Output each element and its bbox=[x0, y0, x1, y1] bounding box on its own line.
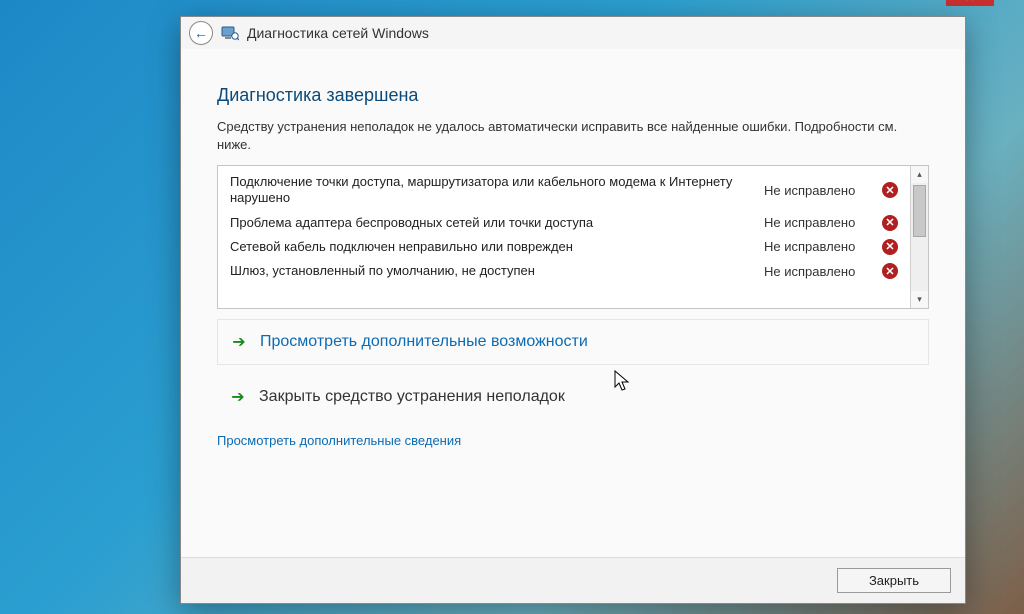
desktop-background: ✕ ← Диагностика сетей Windows Диагностик… bbox=[0, 0, 1024, 614]
scroll-up-button[interactable]: ▴ bbox=[911, 166, 928, 183]
close-troubleshooter-option[interactable]: ➔ Закрыть средство устранения неполадок bbox=[217, 375, 929, 419]
issue-row[interactable]: Сетевой кабель подключен неправильно или… bbox=[218, 235, 910, 259]
issue-description: Сетевой кабель подключен неправильно или… bbox=[230, 239, 756, 255]
issue-status: Не исправлено bbox=[764, 183, 874, 198]
option-label: Закрыть средство устранения неполадок bbox=[259, 388, 565, 406]
issue-row[interactable]: Проблема адаптера беспроводных сетей или… bbox=[218, 211, 910, 235]
issue-description: Шлюз, установленный по умолчанию, не дос… bbox=[230, 263, 756, 279]
chevron-down-icon: ▾ bbox=[917, 294, 922, 305]
back-arrow-icon: ← bbox=[194, 25, 208, 41]
option-label: Просмотреть дополнительные возможности bbox=[260, 333, 588, 351]
page-subtext: Средству устранения неполадок не удалось… bbox=[217, 118, 929, 153]
titlebar: ← Диагностика сетей Windows bbox=[181, 17, 965, 49]
issues-list: Подключение точки доступа, маршрутизатор… bbox=[217, 165, 929, 309]
issue-status: Не исправлено bbox=[764, 239, 874, 254]
issue-status: Не исправлено bbox=[764, 264, 874, 279]
close-button[interactable]: Закрыть bbox=[837, 568, 951, 593]
issue-row[interactable]: Подключение точки доступа, маршрутизатор… bbox=[218, 170, 910, 211]
page-heading: Диагностика завершена bbox=[217, 85, 929, 106]
troubleshooter-window: ← Диагностика сетей Windows Диагностика … bbox=[180, 16, 966, 604]
app-icon bbox=[221, 24, 239, 42]
view-more-options[interactable]: ➔ Просмотреть дополнительные возможности bbox=[217, 319, 929, 365]
arrow-right-icon: ➔ bbox=[230, 332, 248, 352]
error-icon: ✕ bbox=[882, 263, 898, 279]
issue-status: Не исправлено bbox=[764, 215, 874, 230]
content-area: Диагностика завершена Средству устранени… bbox=[181, 49, 965, 557]
window-close-button[interactable]: ✕ bbox=[946, 0, 994, 6]
scroll-thumb[interactable] bbox=[913, 185, 926, 237]
link-label: Просмотреть дополнительные сведения bbox=[217, 433, 461, 448]
scrollbar[interactable]: ▴ ▾ bbox=[910, 166, 928, 308]
issue-description: Подключение точки доступа, маршрутизатор… bbox=[230, 174, 756, 207]
close-icon: ✕ bbox=[965, 0, 976, 5]
window-title: Диагностика сетей Windows bbox=[247, 25, 429, 41]
button-label: Закрыть bbox=[869, 573, 919, 588]
issues-scroll-area: Подключение точки доступа, маршрутизатор… bbox=[218, 166, 910, 308]
error-icon: ✕ bbox=[882, 182, 898, 198]
view-details-link[interactable]: Просмотреть дополнительные сведения bbox=[217, 433, 929, 448]
arrow-right-icon: ➔ bbox=[229, 387, 247, 407]
scroll-down-button[interactable]: ▾ bbox=[911, 291, 928, 308]
error-icon: ✕ bbox=[882, 239, 898, 255]
dialog-footer: Закрыть bbox=[181, 557, 965, 603]
back-button[interactable]: ← bbox=[189, 21, 213, 45]
chevron-up-icon: ▴ bbox=[917, 169, 922, 180]
issue-row[interactable]: Шлюз, установленный по умолчанию, не дос… bbox=[218, 259, 910, 283]
scroll-track[interactable] bbox=[911, 183, 928, 291]
issue-description: Проблема адаптера беспроводных сетей или… bbox=[230, 215, 756, 231]
error-icon: ✕ bbox=[882, 215, 898, 231]
